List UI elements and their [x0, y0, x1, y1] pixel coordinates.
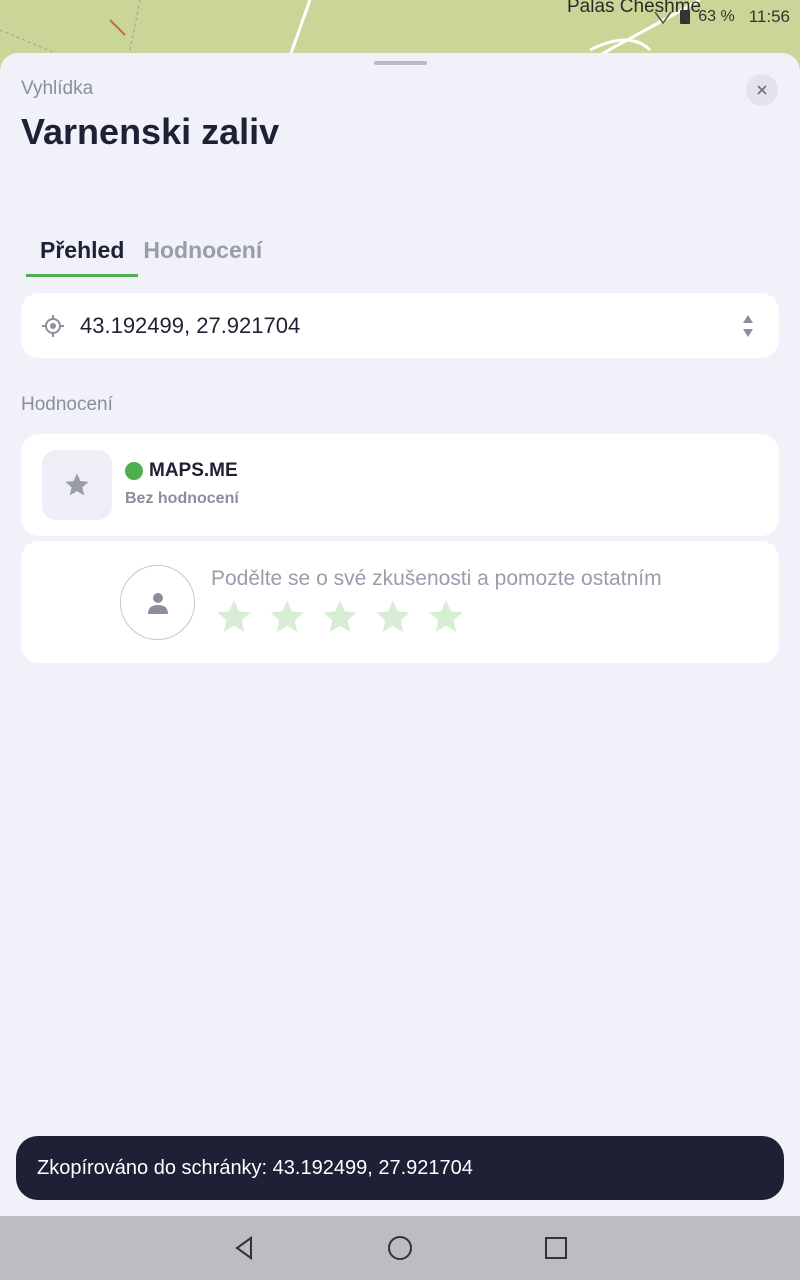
- rating-source-name: MAPS.ME: [149, 460, 238, 481]
- system-nav-bar: [0, 1216, 800, 1280]
- review-card[interactable]: Podělte se o své zkušenosti a pomozte os…: [21, 541, 779, 663]
- location-target-icon: [42, 315, 64, 337]
- rating-star-box: [42, 450, 112, 520]
- clock: 11:56: [748, 7, 790, 26]
- status-bar: 63 % 11:56: [654, 6, 790, 28]
- home-icon[interactable]: [387, 1235, 413, 1261]
- back-icon[interactable]: [231, 1235, 257, 1261]
- star-2-icon[interactable]: [267, 597, 307, 637]
- star-1-icon[interactable]: [214, 597, 254, 637]
- battery-level: 63 %: [698, 8, 735, 25]
- ratings-section-label: Hodnocení: [21, 394, 113, 415]
- snackbar-message: Zkopírováno do schránky: 43.192499, 27.9…: [37, 1156, 473, 1179]
- mapsme-logo-icon: [125, 462, 143, 480]
- battery-icon: [680, 10, 691, 24]
- place-type: Vyhlídka: [21, 78, 94, 99]
- avatar: [120, 565, 195, 640]
- place-title: Varnenski zaliv: [21, 111, 280, 152]
- snackbar: Zkopírováno do schránky: 43.192499, 27.9…: [16, 1136, 784, 1200]
- rating-card[interactable]: MAPS.ME Bez hodnocení: [21, 434, 779, 536]
- tab-ratings[interactable]: Hodnocení: [138, 233, 276, 277]
- star-icon: [65, 473, 89, 496]
- drag-handle[interactable]: [374, 61, 427, 65]
- tab-bar: Přehled Hodnocení: [26, 233, 276, 277]
- star-3-icon[interactable]: [320, 597, 360, 637]
- star-5-icon[interactable]: [426, 597, 466, 637]
- recents-icon[interactable]: [543, 1235, 569, 1261]
- coordinates-row[interactable]: 43.192499, 27.921704: [21, 293, 779, 358]
- close-icon: [757, 85, 767, 95]
- user-icon: [147, 592, 168, 614]
- place-sheet: Vyhlídka Varnenski zaliv Přehled Hodnoce…: [0, 53, 800, 1216]
- format-toggle-icon[interactable]: [741, 313, 755, 339]
- tab-overview[interactable]: Přehled: [26, 233, 139, 277]
- wifi-icon: [654, 11, 672, 24]
- star-rating-input[interactable]: [214, 597, 466, 637]
- rating-status: Bez hodnocení: [125, 490, 239, 507]
- rating-source: MAPS.ME: [125, 460, 238, 482]
- coordinates-value[interactable]: 43.192499, 27.921704: [80, 313, 300, 339]
- close-button[interactable]: [746, 74, 778, 106]
- review-prompt: Podělte se o své zkušenosti a pomozte os…: [211, 567, 662, 590]
- star-4-icon[interactable]: [373, 597, 413, 637]
